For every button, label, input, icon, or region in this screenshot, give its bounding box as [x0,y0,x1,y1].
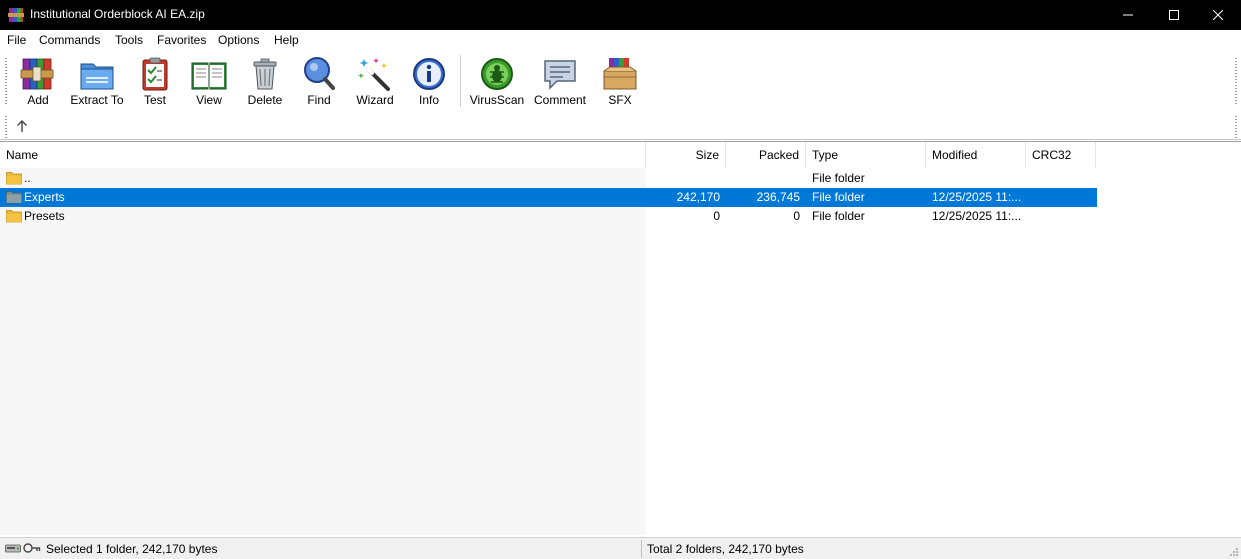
comment-label: Comment [533,93,586,107]
table-row[interactable]: Presets 0 0 File folder 12/25/2025 11:..… [0,207,1097,226]
test-label: Test [143,93,166,107]
menu-commands[interactable]: Commands [39,33,100,47]
virusscan-label: VirusScan [469,93,525,107]
delete-button[interactable]: Delete [242,55,288,111]
sfx-button[interactable]: SFX [598,55,642,111]
view-button[interactable]: View [186,55,232,111]
virusscan-button[interactable]: VirusScan [469,55,525,111]
column-header-crc32[interactable]: CRC32 [1026,142,1096,168]
sfx-label: SFX [608,93,632,107]
key-icon [23,543,41,553]
add-label: Add [27,93,49,107]
row-type: File folder [812,171,865,185]
open-book-icon [191,62,227,90]
row-size [646,169,720,188]
title-bar: Institutional Orderblock AI EA.zip [0,0,1241,30]
column-header-size[interactable]: Size [646,142,726,168]
row-name: Experts [24,190,65,204]
delete-label: Delete [247,93,283,107]
winrar-app-icon [8,8,24,22]
row-crc [1032,188,1092,207]
trash-can-icon [253,58,277,90]
maximize-icon [1169,10,1179,20]
row-modified [932,169,1022,188]
status-divider [641,540,642,558]
wizard-label: Wizard [356,93,394,107]
list-header: Name Size Packed Type Modified CRC32 [0,142,1241,168]
close-button[interactable] [1195,0,1241,30]
folder-icon [6,191,22,204]
address-bar [0,112,1241,140]
row-crc [1032,207,1092,226]
clipboard-check-icon [142,57,168,91]
magnifier-icon [304,57,335,90]
row-name: Presets [24,209,65,223]
row-size: 0 [713,209,720,223]
status-bar: Selected 1 folder, 242,170 bytes Total 2… [0,537,1241,559]
column-header-modified[interactable]: Modified [926,142,1026,168]
comment-button[interactable]: Comment [532,55,588,111]
up-arrow-icon[interactable] [14,118,30,134]
table-row[interactable]: .. File folder [0,169,1097,188]
resize-grip-icon[interactable] [1229,547,1239,557]
address-grip-right[interactable] [1235,116,1237,138]
minimize-icon [1123,14,1133,16]
row-modified: 12/25/2025 11:... [932,190,1022,204]
toolbar-grip[interactable] [5,58,7,104]
minimize-button[interactable] [1105,0,1151,30]
window-title: Institutional Orderblock AI EA.zip [30,7,205,21]
extract-to-button[interactable]: Extract To [68,55,126,111]
menu-file[interactable]: File [7,33,26,47]
column-header-type[interactable]: Type [806,142,926,168]
menu-favorites[interactable]: Favorites [157,33,206,47]
status-total: Total 2 folders, 242,170 bytes [647,542,804,556]
find-label: Find [307,93,331,107]
row-size: 242,170 [676,190,720,204]
drive-icon [5,544,21,553]
folder-icon [6,210,22,223]
add-button[interactable]: Add [16,55,60,111]
status-selection: Selected 1 folder, 242,170 bytes [46,542,218,556]
row-packed: 236,745 [756,190,800,204]
menu-options[interactable]: Options [218,33,259,47]
file-list[interactable]: Name Size Packed Type Modified CRC32 .. … [0,141,1241,535]
view-label: View [196,93,222,107]
info-label: Info [418,93,439,107]
bug-scan-icon [481,58,513,90]
folder-extract-icon [80,63,114,90]
row-name: .. [24,171,31,185]
address-grip[interactable] [5,116,7,138]
box-books-icon [603,58,637,90]
menu-help[interactable]: Help [274,33,299,47]
toolbar: Add Extract To Test View Delete Find Wiz… [0,50,1241,112]
row-modified: 12/25/2025 11:... [932,209,1022,223]
magic-wand-icon [358,58,390,91]
info-button[interactable]: Info [408,55,450,111]
menu-tools[interactable]: Tools [115,33,143,47]
maximize-button[interactable] [1151,0,1197,30]
row-packed [726,169,800,188]
row-packed: 0 [793,209,800,223]
row-type: File folder [812,209,865,223]
folder-icon [6,172,22,185]
wizard-button[interactable]: Wizard [352,55,398,111]
extract-to-label: Extract To [70,93,124,107]
speech-bubble-icon [544,60,576,90]
test-button[interactable]: Test [134,55,176,111]
close-icon [1213,10,1223,20]
archive-books-icon [20,58,54,90]
menu-bar: File Commands Tools Favorites Options He… [0,30,1241,50]
row-type: File folder [812,190,865,204]
toolbar-separator [460,55,461,107]
column-header-packed[interactable]: Packed [726,142,806,168]
toolbar-grip-right[interactable] [1235,58,1237,104]
row-crc [1032,169,1092,188]
info-icon [413,58,445,90]
column-header-name[interactable]: Name [0,142,646,168]
table-row-selected[interactable]: Experts 242,170 236,745 File folder 12/2… [0,188,1097,207]
find-button[interactable]: Find [298,55,340,111]
